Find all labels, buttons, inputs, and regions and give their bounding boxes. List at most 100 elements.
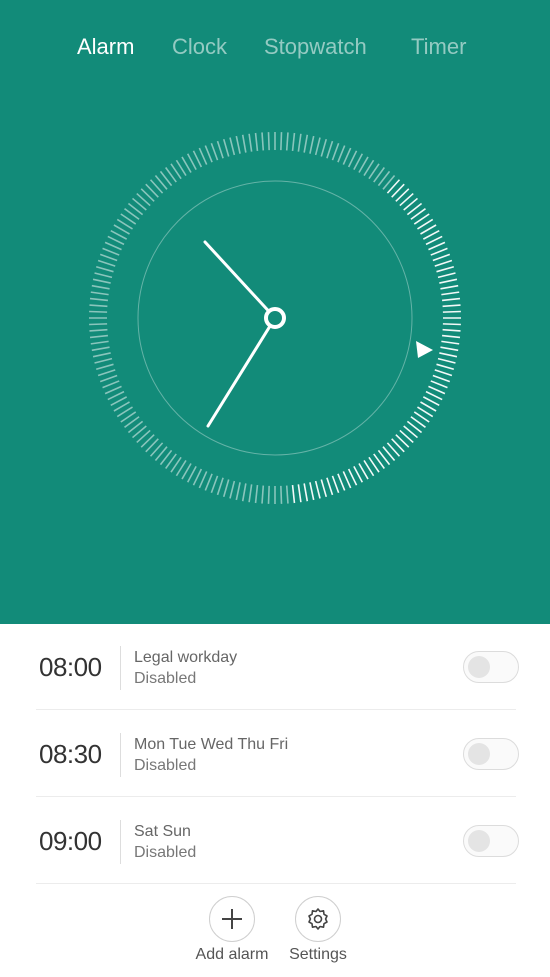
- clock-tick: [235, 482, 241, 501]
- clock-tick: [91, 284, 110, 290]
- alarm-status: Disabled: [134, 757, 197, 774]
- clock-tick: [347, 150, 358, 168]
- add-alarm-button[interactable]: Add alarm: [182, 896, 282, 964]
- alarm-item[interactable]: 09:00 Sat Sun Disabled: [36, 798, 519, 884]
- clock-tick: [430, 247, 448, 256]
- row-divider: [36, 796, 516, 797]
- clock-tick: [192, 468, 203, 486]
- clock-tick: [432, 374, 451, 383]
- clock-tick: [347, 468, 358, 486]
- analog-clock: [89, 132, 461, 504]
- alarm-time: 08:00: [39, 652, 102, 682]
- clock-tick: [107, 390, 125, 401]
- clock-tick: [441, 334, 461, 339]
- clock-tick: [441, 297, 461, 302]
- clock-tick: [432, 253, 451, 262]
- clock-tick: [442, 328, 461, 332]
- clock-tick: [97, 259, 116, 267]
- alarm-separator: [120, 820, 121, 864]
- clock-tick: [434, 369, 453, 377]
- alarm-repeat: Sat Sun: [134, 823, 191, 840]
- clock-header: Alarm Clock Stopwatch Timer: [0, 0, 550, 624]
- minute-hand: [206, 316, 277, 428]
- clock-tick: [303, 483, 309, 502]
- clock-tick: [291, 484, 296, 504]
- second-indicator-arrow: [416, 341, 433, 358]
- alarm-toggle[interactable]: [463, 738, 519, 770]
- clock-tick: [99, 253, 118, 262]
- clock-tick: [337, 145, 346, 163]
- clock-tick: [198, 147, 208, 165]
- clock-tick: [107, 235, 125, 246]
- gear-icon[interactable]: [295, 896, 341, 942]
- clock-tick: [434, 259, 453, 267]
- clock-tick: [235, 135, 241, 154]
- clock-tick: [89, 334, 109, 339]
- clock-tick: [320, 138, 328, 157]
- clock-tick: [285, 485, 289, 504]
- clock-tick: [254, 132, 259, 152]
- clock-tick: [441, 291, 460, 296]
- alarm-toggle[interactable]: [463, 651, 519, 683]
- clock-tick: [110, 229, 128, 240]
- alarm-status: Disabled: [134, 670, 197, 687]
- clock-tick: [104, 385, 122, 395]
- clock-tick: [439, 352, 458, 358]
- alarm-separator: [120, 733, 121, 777]
- clock-tick: [97, 369, 116, 377]
- alarm-repeat: Legal workday: [134, 649, 238, 666]
- clock-tick: [102, 380, 120, 389]
- clock-tick: [222, 479, 230, 498]
- clock-tick: [441, 340, 460, 345]
- clock-tick: [248, 484, 253, 503]
- clock-tick: [89, 323, 108, 326]
- clock-tick: [442, 304, 461, 308]
- clock-tick: [95, 363, 114, 371]
- clock-tick: [92, 278, 111, 284]
- settings-button[interactable]: Settings: [268, 896, 368, 964]
- clock-tick: [90, 291, 109, 296]
- clock-tick: [425, 235, 443, 246]
- plus-icon[interactable]: [209, 896, 255, 942]
- clock-tick: [186, 465, 197, 483]
- clock-tick: [353, 465, 364, 483]
- clock-tick: [267, 485, 270, 504]
- alarm-separator: [120, 646, 121, 690]
- clock-tick: [291, 132, 296, 152]
- clock-tick: [99, 374, 118, 383]
- clock-tick: [91, 346, 110, 352]
- clock-tick: [192, 150, 203, 168]
- clock-tick: [95, 265, 114, 273]
- clock-tick: [442, 310, 461, 313]
- clock-tick: [314, 137, 321, 156]
- alarm-toggle[interactable]: [463, 825, 519, 857]
- clock-tick: [241, 483, 247, 502]
- bottom-action-bar: Add alarm Settings: [0, 890, 550, 977]
- clock-tick: [204, 473, 213, 491]
- clock-tick: [210, 142, 219, 161]
- clock-tick: [261, 485, 265, 504]
- clock-tick: [89, 310, 108, 313]
- clock-tick: [440, 346, 459, 352]
- clock-tick: [440, 284, 459, 290]
- add-alarm-label: Add alarm: [195, 946, 269, 963]
- clock-tick: [89, 328, 108, 332]
- clock-tick: [428, 241, 446, 251]
- clock-tick: [267, 132, 270, 151]
- clock-center-pin: [264, 307, 286, 329]
- alarm-repeat: Mon Tue Wed Thu Fri: [134, 736, 289, 753]
- clock-tick: [303, 134, 309, 153]
- alarm-time: 09:00: [39, 826, 102, 856]
- clock-tick: [280, 132, 283, 151]
- alarm-time: 08:30: [39, 739, 102, 769]
- clock-tick: [337, 473, 346, 491]
- alarm-item[interactable]: 08:30 Mon Tue Wed Thu Fri Disabled: [36, 711, 519, 797]
- clock-tick: [186, 153, 197, 171]
- alarm-item[interactable]: 08:00 Legal workday Disabled: [36, 624, 519, 710]
- clock-tick: [425, 390, 443, 401]
- clock-tick: [210, 475, 219, 494]
- clock-tick: [436, 265, 455, 273]
- row-divider: [36, 709, 516, 710]
- clock-tick: [439, 278, 458, 284]
- clock-tick: [331, 475, 340, 494]
